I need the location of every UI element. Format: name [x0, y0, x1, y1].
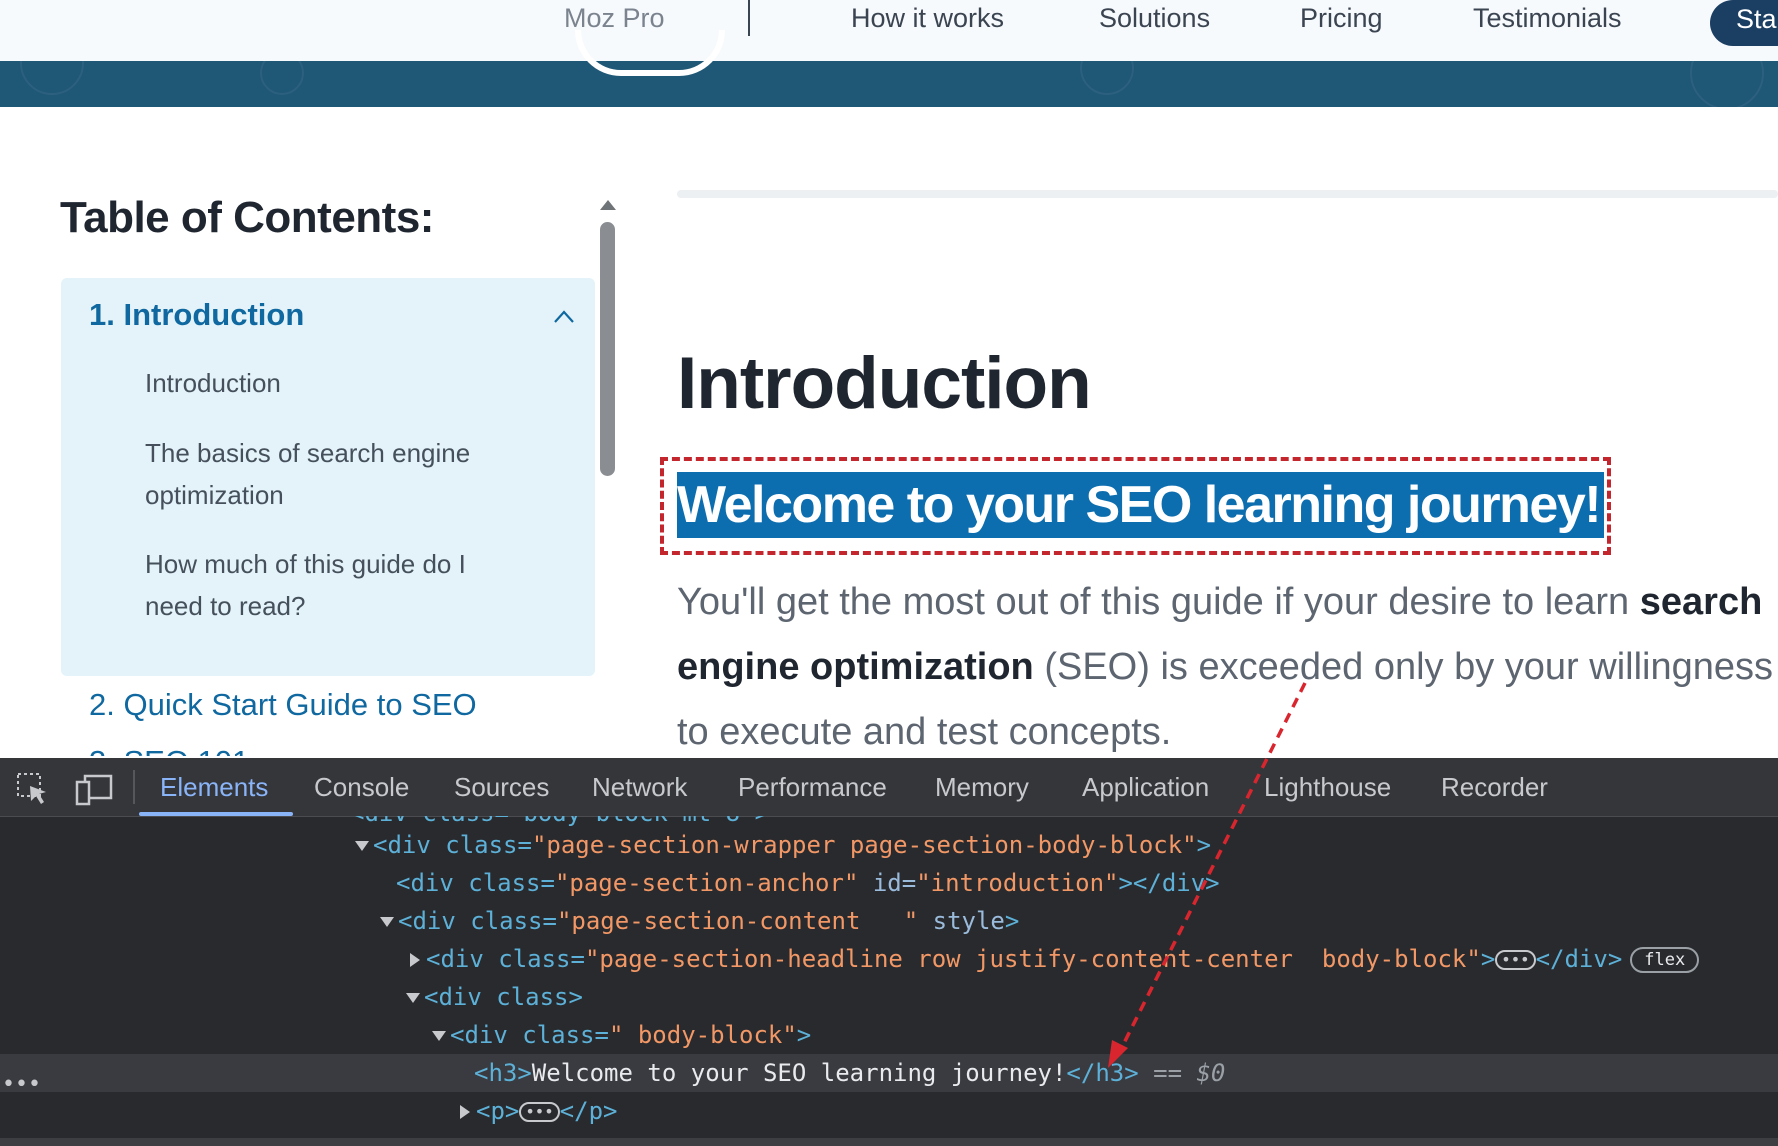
dom-node[interactable]: <div class> — [0, 978, 1778, 1016]
tab-memory[interactable]: Memory — [935, 758, 1029, 816]
inspect-element-icon[interactable] — [16, 772, 50, 806]
pattern-shape — [1080, 61, 1134, 95]
dom-tag: </div> — [1535, 945, 1623, 973]
pattern-shape — [1690, 61, 1764, 107]
logo-icon — [575, 30, 725, 76]
dom-attr-name: style — [918, 907, 1005, 935]
dom-node-selected[interactable]: <h3>Welcome to your SEO learning journey… — [0, 1054, 1778, 1092]
flex-badge[interactable]: flex — [1630, 947, 1700, 973]
nav-solutions[interactable]: Solutions — [1099, 0, 1210, 36]
expand-triangle-icon[interactable] — [355, 841, 369, 851]
collapse-triangle-icon[interactable] — [460, 1105, 470, 1119]
dom-tag: > — [1196, 831, 1212, 859]
ellipsis-icon[interactable]: ••• — [519, 1102, 560, 1122]
tab-console[interactable]: Console — [314, 758, 409, 816]
dom-tag: </h3> — [1066, 1059, 1139, 1087]
toc-item-how-much[interactable]: How much of this guide do I need to read… — [145, 543, 505, 627]
paragraph-text: You'll get the most out of this guide if… — [677, 581, 1640, 623]
dom-tag: > — [796, 1021, 812, 1049]
dom-node[interactable]: <div class="page-section-anchor" id="int… — [0, 864, 1778, 902]
toc-item-basics[interactable]: The basics of search engine optimization — [145, 432, 505, 516]
dom-tag: </p> — [559, 1097, 618, 1125]
dom-tag: <div class — [424, 983, 569, 1011]
collapse-triangle-icon[interactable] — [410, 953, 420, 967]
dom-tag: <div class= — [450, 1021, 609, 1049]
dom-attr-value: "introduction" — [916, 869, 1119, 897]
nav-pricing[interactable]: Pricing — [1300, 0, 1383, 36]
annotation-highlight-box — [660, 457, 1611, 555]
intro-paragraph: You'll get the most out of this guide if… — [677, 570, 1778, 765]
pattern-shape — [20, 61, 84, 95]
hero-banner — [0, 61, 1778, 107]
toc-item-introduction[interactable]: Introduction — [145, 362, 525, 404]
nav-how-it-works[interactable]: How it works — [851, 0, 1004, 36]
dom-tag: <div class= — [426, 945, 585, 973]
dom-node[interactable]: <p> ••• </p> — [0, 1092, 1778, 1130]
dom-tag: <div class= — [373, 831, 532, 859]
devtools-tabbar: Elements Console Sources Network Perform… — [0, 758, 1778, 817]
dom-tag: <h3> — [474, 1059, 532, 1087]
dom-tag: <div class= — [398, 907, 557, 935]
toc-section-introduction[interactable]: 1. Introduction — [89, 297, 304, 333]
chevron-up-icon[interactable] — [553, 306, 575, 328]
toc-heading: Table of Contents: — [60, 193, 434, 242]
tab-elements[interactable]: Elements — [160, 758, 268, 816]
pattern-shape — [260, 61, 304, 95]
scroll-up-arrow-icon[interactable] — [600, 200, 616, 210]
device-toolbar-icon[interactable] — [75, 772, 113, 806]
tab-network[interactable]: Network — [592, 758, 687, 816]
tab-performance[interactable]: Performance — [738, 758, 887, 816]
tab-application[interactable]: Application — [1082, 758, 1209, 816]
dom-tag: <div class= — [396, 869, 555, 897]
content-divider — [677, 190, 1778, 198]
dom-tag: > — [1004, 907, 1020, 935]
devtools-bottom-bar — [0, 1138, 1778, 1146]
nav-divider — [748, 0, 750, 36]
nav-testimonials[interactable]: Testimonials — [1473, 0, 1622, 36]
dom-attr-value: "page-section-content " — [556, 907, 919, 935]
dom-attr-value: " body-block" — [608, 1021, 797, 1049]
devtools-panel: Elements Console Sources Network Perform… — [0, 758, 1778, 1146]
dom-attr-name: id= — [858, 869, 917, 897]
start-button[interactable]: Start — [1710, 0, 1778, 46]
dom-ref: == $0 — [1138, 1059, 1226, 1087]
dom-attr-value: "page-section-anchor" — [554, 869, 859, 897]
scrollbar-thumb[interactable] — [600, 222, 615, 476]
dom-node[interactable]: <div class="page-section-headline row ju… — [0, 940, 1778, 978]
toc-section-seo-101[interactable]: 3. SEO 101 — [89, 744, 249, 756]
dom-tag: <p> — [476, 1097, 520, 1125]
expand-triangle-icon[interactable] — [380, 917, 394, 927]
dom-node[interactable]: <div class=" body-block"> — [0, 1016, 1778, 1054]
tab-lighthouse[interactable]: Lighthouse — [1264, 758, 1391, 816]
dom-text: Welcome to your SEO learning journey! — [531, 1059, 1067, 1087]
tab-recorder[interactable]: Recorder — [1441, 758, 1548, 816]
dom-tag: > — [1480, 945, 1496, 973]
toolbar-separator — [133, 770, 135, 804]
dom-node[interactable]: <div class="page-section-wrapper page-se… — [0, 826, 1778, 864]
dom-tag: ></div> — [1118, 869, 1220, 897]
tab-sources[interactable]: Sources — [454, 758, 549, 816]
dom-attr-value: "page-section-headline row justify-conte… — [584, 945, 1481, 973]
page-title: Introduction — [677, 343, 1092, 424]
toc-section-quick-start[interactable]: 2. Quick Start Guide to SEO — [89, 687, 477, 723]
dom-tree: <div class="body-block mt-8"> <div class… — [0, 816, 1778, 1146]
ellipsis-icon[interactable]: ••• — [1495, 950, 1536, 970]
expand-triangle-icon[interactable] — [432, 1031, 446, 1041]
dom-attr-value: "page-section-wrapper page-section-body-… — [531, 831, 1197, 859]
dom-tag: > — [568, 983, 583, 1011]
expand-triangle-icon[interactable] — [406, 993, 420, 1003]
top-navigation: Moz Pro How it works Solutions Pricing T… — [0, 0, 1778, 62]
more-options-icon[interactable]: ••• — [2, 1072, 41, 1097]
dom-node[interactable]: <div class="page-section-content " style… — [0, 902, 1778, 940]
